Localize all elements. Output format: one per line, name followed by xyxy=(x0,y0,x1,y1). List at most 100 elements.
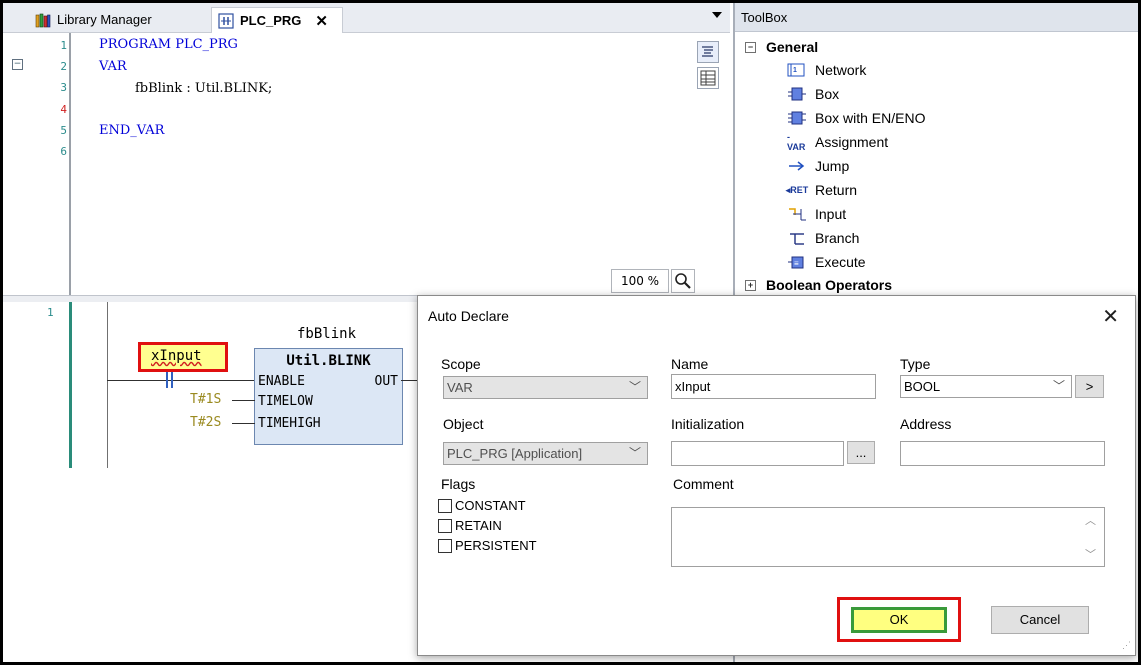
toolbox-item-box[interactable]: Box xyxy=(787,86,839,102)
pin-timelow: TIMELOW xyxy=(258,394,313,409)
svg-text:1: 1 xyxy=(793,67,797,74)
scroll-up-icon[interactable]: ︿ xyxy=(1085,512,1096,528)
scope-select[interactable]: VAR ﹀ xyxy=(443,376,648,399)
declaration-editor[interactable]: 1 2 3 4 5 6 − PROGRAM PLC_PRG VAR fbBlin… xyxy=(3,33,730,295)
tab-library-manager[interactable]: Library Manager xyxy=(29,7,215,32)
code-line: VAR xyxy=(99,59,127,74)
auto-declare-dialog: Auto Declare ✕ Scope VAR ﹀ Name xInput T… xyxy=(417,295,1136,656)
ok-highlight: OK xyxy=(837,597,961,642)
line-number: 3 xyxy=(60,81,67,94)
ide-window: Library Manager PLC_PRG ✕ 1 2 3 4 5 6 − … xyxy=(3,3,1138,662)
pin-timehigh: TIMEHIGH xyxy=(258,416,321,431)
input-icon xyxy=(787,206,807,222)
toolbox-item-branch[interactable]: Branch xyxy=(787,230,859,246)
line-number: 4 xyxy=(60,103,67,116)
address-input[interactable] xyxy=(900,441,1105,466)
code-line: END_VAR xyxy=(99,123,165,138)
box-icon xyxy=(787,86,807,102)
close-icon[interactable]: ✕ xyxy=(1102,304,1119,329)
line-number-gutter: 1 2 3 4 5 6 − xyxy=(3,33,71,295)
program-icon xyxy=(218,12,234,29)
toolbox-item-network[interactable]: 1 Network xyxy=(787,62,866,78)
address-label: Address xyxy=(900,416,952,432)
name-label: Name xyxy=(671,356,709,372)
category-label: Boolean Operators xyxy=(766,277,893,293)
table-view-icon xyxy=(700,70,716,86)
code-line: fbBlink : Util.BLINK; xyxy=(135,81,273,96)
editor-tab-bar: Library Manager PLC_PRG ✕ xyxy=(3,3,730,33)
constant-checkbox[interactable]: CONSTANT xyxy=(438,498,526,513)
contact-symbol[interactable] xyxy=(166,372,173,388)
line-number: 2 xyxy=(60,60,67,73)
return-icon: ◂RET xyxy=(785,184,809,195)
toolbox-category-boolean-operators[interactable]: + Boolean Operators xyxy=(745,277,892,293)
close-icon[interactable]: ✕ xyxy=(315,12,328,30)
input-variable-box[interactable]: xInput xyxy=(138,342,228,372)
initialization-input[interactable] xyxy=(671,441,844,466)
chevron-down-icon: ﹀ xyxy=(1052,379,1065,393)
tab-plc-prg[interactable]: PLC_PRG ✕ xyxy=(211,7,343,33)
line-number: 1 xyxy=(60,39,67,52)
pin-enable: ENABLE xyxy=(258,374,305,389)
cancel-button[interactable]: Cancel xyxy=(991,606,1089,634)
toolbox-item-assignment[interactable]: -VAR Assignment xyxy=(787,132,888,152)
fb-type-name: Util.BLINK xyxy=(286,353,371,369)
expand-icon[interactable]: + xyxy=(745,279,756,291)
fold-minus-icon[interactable]: − xyxy=(12,59,23,70)
line-number: 5 xyxy=(60,124,67,137)
toolbox-item-execute[interactable]: ≡ Execute xyxy=(787,254,866,270)
function-block[interactable]: Util.BLINK ENABLE TIMELOW TIMEHIGH OUT xyxy=(254,348,403,445)
toolbox-category-general[interactable]: − General xyxy=(745,39,818,55)
toolbox-item-return[interactable]: ◂RET Return xyxy=(785,182,857,198)
network-number: 1 xyxy=(47,306,54,319)
svg-text:≡: ≡ xyxy=(794,259,799,268)
fb-instance-name[interactable]: fbBlink xyxy=(297,326,356,342)
toolbox-item-jump[interactable]: Jump xyxy=(787,158,849,174)
tab-label: PLC_PRG xyxy=(240,13,302,28)
object-select[interactable]: PLC_PRG [Application] ﹀ xyxy=(443,442,648,465)
library-icon xyxy=(35,13,51,27)
box-en-eno-icon xyxy=(787,110,807,126)
ok-button[interactable]: OK xyxy=(851,607,947,633)
chevron-down-icon: ﹀ xyxy=(628,380,641,394)
branch-icon xyxy=(787,230,807,246)
persistent-checkbox[interactable]: PERSISTENT xyxy=(438,538,537,553)
timehigh-wire xyxy=(232,423,255,424)
tab-label: Library Manager xyxy=(57,12,152,27)
checkbox-box[interactable] xyxy=(438,498,452,513)
network-gutter: 1 xyxy=(3,302,72,468)
name-input[interactable]: xInput xyxy=(671,374,876,399)
checkbox-box[interactable] xyxy=(438,518,452,533)
toolbox-item-box-en-eno[interactable]: Box with EN/ENO xyxy=(787,110,925,126)
line-number: 6 xyxy=(60,145,67,158)
object-label: Object xyxy=(443,416,484,432)
zoom-button[interactable] xyxy=(671,269,695,293)
resize-grip-icon[interactable]: ⋰ xyxy=(1122,640,1131,651)
toolbox-item-input[interactable]: Input xyxy=(787,206,846,222)
retain-checkbox[interactable]: RETAIN xyxy=(438,518,502,533)
zoom-level[interactable]: 100 % xyxy=(611,269,669,293)
flags-label: Flags xyxy=(441,476,476,492)
type-expand-button[interactable]: > xyxy=(1075,375,1104,398)
assignment-icon: -VAR xyxy=(787,132,806,152)
magnifier-icon xyxy=(675,273,691,289)
initialization-browse-button[interactable]: ... xyxy=(847,441,875,464)
textual-view-button[interactable] xyxy=(697,41,719,63)
scroll-down-icon[interactable]: ﹀ xyxy=(1085,546,1096,562)
enable-wire xyxy=(107,380,255,381)
tab-list-dropdown-icon[interactable] xyxy=(712,12,722,18)
out-wire xyxy=(401,380,417,381)
type-select[interactable]: BOOL ﹀ xyxy=(900,375,1072,398)
literal-timelow[interactable]: T#1S xyxy=(190,392,221,407)
tabular-view-button[interactable] xyxy=(697,67,719,89)
network-icon: 1 xyxy=(787,62,807,78)
collapse-icon[interactable]: − xyxy=(745,41,756,53)
toolbox-title: ToolBox xyxy=(735,3,1138,32)
literal-timehigh[interactable]: T#2S xyxy=(190,415,221,430)
category-label: General xyxy=(766,39,819,55)
comment-textarea[interactable]: ︿ ﹀ xyxy=(671,507,1105,567)
left-power-rail xyxy=(107,302,108,468)
checkbox-box[interactable] xyxy=(438,538,452,553)
comment-label: Comment xyxy=(673,476,734,492)
text-view-icon xyxy=(702,46,713,57)
